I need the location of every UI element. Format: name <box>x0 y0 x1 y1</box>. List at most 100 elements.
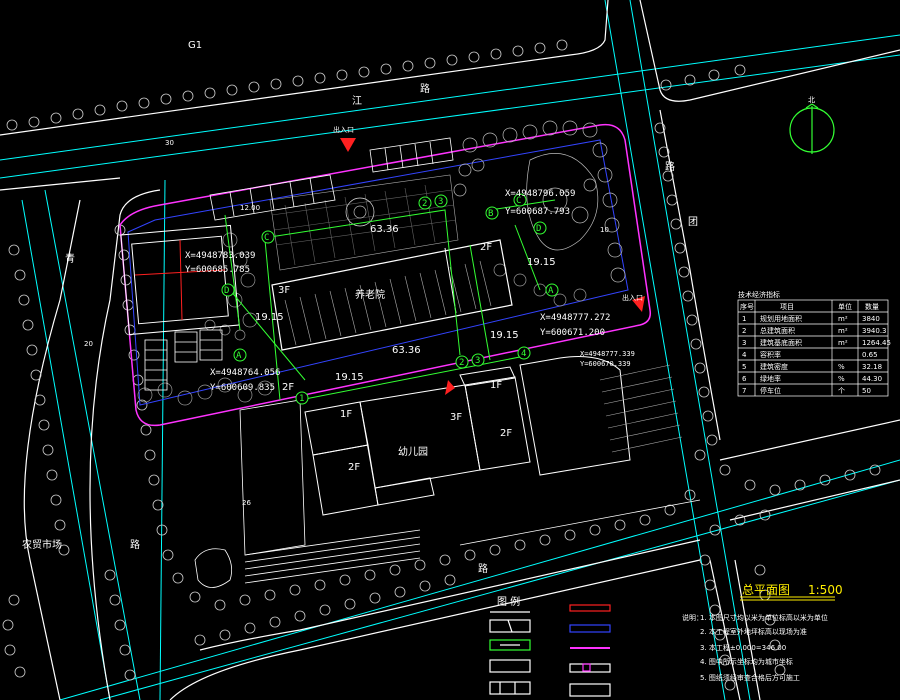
note-4: 4. 图中所示坐标均为城市坐标 <box>700 657 793 666</box>
site-plan-drawing: G1 路 江 青 路 路 团 路 农贸市场 出入口 出入口 北 养老院 3F 2… <box>0 0 900 700</box>
coord-2-x: X=4948764.056 <box>210 368 280 378</box>
road-label-left: 青 <box>65 252 75 265</box>
table-header-cell: 序号 <box>740 302 754 311</box>
table-cell: 0.65 <box>862 351 878 359</box>
sports-court <box>120 224 240 336</box>
axis-label: D <box>224 286 229 296</box>
main-floor-left: 3F <box>278 285 290 296</box>
dim-top-length: 63.36 <box>370 224 399 235</box>
legend-title: 图 例 <box>497 595 520 608</box>
table-cell: 总建筑面积 <box>760 326 795 335</box>
table-cell: % <box>838 363 845 371</box>
table-cell: 个 <box>838 387 845 395</box>
table-cell: 5 <box>742 363 746 371</box>
road-label-top: 路 <box>420 82 430 95</box>
main-building-name: 养老院 <box>355 288 385 301</box>
table-cell: 50 <box>862 387 871 395</box>
exit-label-right: 出入口 <box>622 293 643 302</box>
axis-label: D <box>536 224 541 234</box>
dim-26: 26 <box>242 499 251 507</box>
title-block-lines <box>740 596 835 601</box>
table-cell: 6 <box>742 375 747 383</box>
coord-3-y: Y=600687.793 <box>505 207 570 217</box>
table-cell: 建筑密度 <box>760 362 788 371</box>
road-name-right: 团 <box>688 216 698 228</box>
kinder-floor-1f-a: 1F <box>340 409 352 420</box>
axis-label: 3 <box>438 197 443 207</box>
main-building <box>271 239 513 351</box>
axis-label: B <box>488 209 493 219</box>
dim-10: 10 <box>600 226 609 234</box>
table-cell: 3840 <box>862 315 880 323</box>
axis-label: 2 <box>459 358 464 368</box>
kinder-floor-1f-b: 1F <box>490 380 502 391</box>
lower-structures <box>194 399 701 588</box>
coord-1-x: X=4948783.039 <box>185 251 255 261</box>
table-cell: 2 <box>742 327 746 335</box>
dim-30: 30 <box>165 139 174 147</box>
axis-label: 4 <box>521 349 526 359</box>
note-2: 2. 本工程室外地坪标高以现场为准 <box>700 627 807 636</box>
table-rows: 1 规划用地面积 m² 3840 2 总建筑面积 m² 3940.3 3 建筑基底面积 m² 1264… <box>742 314 891 395</box>
road-label-left2: 路 <box>130 538 140 551</box>
axis-label: 3 <box>475 356 480 366</box>
road-label-bottom: 路 <box>478 562 488 575</box>
kinder-floor-2f-a: 2F <box>348 462 360 473</box>
table-cell: m² <box>838 315 848 323</box>
dim-left-width: 19.15 <box>255 312 284 323</box>
table-cell: 停车位 <box>760 386 781 395</box>
dim-mid-width-1: 19.15 <box>335 372 364 383</box>
table-header-cell: 项目 <box>780 303 794 311</box>
parking-left <box>144 329 223 391</box>
table-cell: m² <box>838 339 848 347</box>
coord-2-y: Y=600609.835 <box>210 383 275 393</box>
dim-right-width: 19.15 <box>527 257 556 268</box>
table-cell: 3940.3 <box>862 327 887 335</box>
axis-label: A <box>548 286 554 296</box>
kinder-building-name: 幼儿园 <box>398 445 428 458</box>
market-label: 农贸市场 <box>22 538 62 551</box>
table-cell: 容积率 <box>760 350 781 359</box>
dim-12: 12.00 <box>240 204 260 212</box>
dim-mid-width-2: 19.15 <box>490 330 519 341</box>
grid-label-g1: G1 <box>188 40 202 51</box>
table-cell: 3 <box>742 339 746 347</box>
table-cell: 绿地率 <box>760 374 781 383</box>
table-cell: 44.30 <box>862 375 882 383</box>
table-cell: 规划用地面积 <box>760 314 802 323</box>
note-3: 3. 本工程±0.000=346.00 <box>700 643 786 652</box>
table-cell: 7 <box>742 387 746 395</box>
table-cell: 建筑基底面积 <box>760 338 802 347</box>
kinder-floor-2f-c: 2F <box>282 382 294 393</box>
road-label-right: 路 <box>665 160 675 173</box>
legend-swatches <box>489 604 611 697</box>
drawing-title: 总平面图 <box>742 583 790 597</box>
note-5: 5. 图纸须经审查合格后方可施工 <box>700 673 800 682</box>
kinder-floor-2f-b: 2F <box>500 428 512 439</box>
table-header-cell: 数量 <box>865 302 879 311</box>
table-cell: 1264.45 <box>862 339 891 347</box>
landscape-garden <box>345 120 626 283</box>
drawing-scale: 1:500 <box>808 583 843 597</box>
axis-label: C <box>264 233 269 243</box>
axis-label: A <box>236 351 242 361</box>
table-cell: 1 <box>742 315 746 323</box>
road-name-top: 江 <box>352 95 362 107</box>
kinder-floor-3f: 3F <box>450 412 462 423</box>
table-cell: m² <box>838 327 848 335</box>
north-arrow <box>789 103 835 154</box>
axis-label: C <box>516 196 521 206</box>
axis-label: 1 <box>299 394 304 404</box>
note-1: 1. 本图尺寸均以米为单位标高以米为单位 <box>700 613 828 622</box>
table-header-cell: 单位 <box>838 302 852 311</box>
north-label: 北 <box>808 96 815 104</box>
coord-4-x: X=4948777.272 <box>540 313 610 323</box>
site-boundary <box>119 123 652 427</box>
coord-5-x: X=4948777.339 <box>580 350 635 358</box>
table-title: 技术经济指标 <box>738 290 780 299</box>
dim-bottom-length: 63.36 <box>392 345 421 356</box>
table-cell: % <box>838 375 845 383</box>
axis-label: 2 <box>422 199 427 209</box>
coord-4-y: Y=600671.200 <box>540 328 605 338</box>
coord-5-y: Y=600670.339 <box>580 360 631 368</box>
